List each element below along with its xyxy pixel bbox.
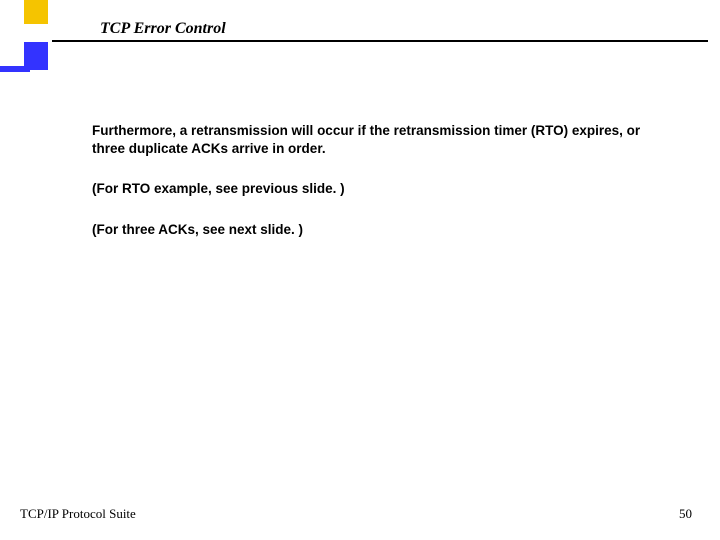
slide-title: TCP Error Control: [100, 20, 226, 38]
footer-page-number: 50: [679, 506, 692, 522]
title-area: TCP Error Control: [0, 0, 720, 60]
body-content: Furthermore, a retransmission will occur…: [92, 122, 660, 261]
title-underline: [52, 40, 708, 42]
paragraph-3: (For three ACKs, see next slide. ): [92, 221, 660, 239]
decor-blue-block-horizontal: [0, 66, 30, 72]
slide-container: TCP Error Control Furthermore, a retrans…: [0, 0, 720, 540]
decor-yellow-square: [24, 0, 48, 24]
footer-suite-name: TCP/IP Protocol Suite: [20, 506, 136, 522]
paragraph-2: (For RTO example, see previous slide. ): [92, 180, 660, 198]
paragraph-1: Furthermore, a retransmission will occur…: [92, 122, 660, 158]
